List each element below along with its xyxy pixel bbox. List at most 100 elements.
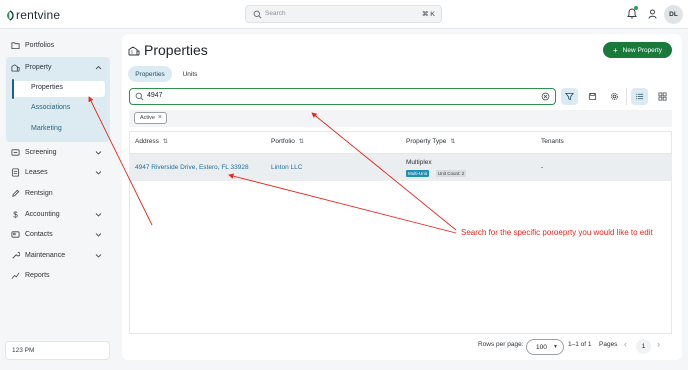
- rows-per-page-select[interactable]: 100 ▾: [526, 339, 564, 355]
- dollar-icon: $: [13, 210, 18, 218]
- tab-properties[interactable]: Properties: [128, 66, 172, 82]
- list-icon: [635, 93, 644, 100]
- rentvine-mark-icon: [7, 9, 14, 21]
- sidebar-item-maintenance[interactable]: Maintenance: [11, 248, 65, 262]
- chevron-down-icon[interactable]: [95, 169, 102, 176]
- chevron-down-icon[interactable]: [95, 252, 102, 259]
- svg-text:$: $: [13, 210, 18, 218]
- column-header-property-type[interactable]: Property Type ⇅: [406, 138, 455, 145]
- column-label: Address: [135, 138, 159, 145]
- sidebar-item-label: Screening: [25, 148, 57, 156]
- save-icon: [588, 92, 597, 101]
- property-type: Multiplex: [406, 159, 432, 166]
- user-icon[interactable]: [648, 9, 657, 19]
- brand-name: rentvine: [16, 8, 61, 22]
- unit-count-badge: Unit Count: 2: [436, 170, 467, 177]
- column-header-address[interactable]: Address ⇅: [135, 138, 168, 145]
- rentvine-logo[interactable]: rentvine: [5, 8, 60, 22]
- settings-button[interactable]: [606, 88, 623, 105]
- list-view-button[interactable]: [631, 88, 648, 105]
- sidebar-item-label: Property: [25, 63, 52, 71]
- chevron-down-icon[interactable]: [95, 231, 102, 238]
- sidebar-item-contacts[interactable]: Contacts: [11, 227, 53, 241]
- active-indicator: [12, 79, 14, 99]
- column-label: Property Type: [406, 138, 447, 145]
- page-title: Properties: [144, 42, 208, 58]
- avatar[interactable]: DL: [664, 5, 683, 24]
- sidebar-item-label: Maintenance: [25, 251, 66, 259]
- page-number[interactable]: 1: [636, 339, 651, 354]
- chevron-down-icon[interactable]: [95, 149, 102, 156]
- column-header-portfolio[interactable]: Portfolio ⇅: [271, 138, 304, 145]
- sidebar-item-screening[interactable]: Screening: [11, 145, 57, 159]
- property-search-input[interactable]: 4947: [129, 88, 556, 105]
- rows-per-page-label: Rows per page:: [478, 341, 524, 348]
- sidebar-item-leases[interactable]: Leases: [11, 165, 48, 179]
- clear-icon[interactable]: [541, 92, 550, 101]
- toolbar-divider: [626, 88, 627, 105]
- multi-unit-badge: Multi-Unit: [406, 170, 430, 177]
- sidebar-item-property[interactable]: Property: [11, 60, 51, 74]
- gear-icon: [610, 92, 619, 101]
- sidebar-footer: 123 PM: [5, 341, 110, 360]
- folder-icon: [11, 41, 20, 49]
- chevron-down-icon[interactable]: [95, 211, 102, 218]
- new-property-label: New Property: [622, 46, 663, 54]
- sidebar-item-label: Accounting: [25, 210, 60, 218]
- active-filters-bar: [129, 110, 672, 127]
- filter-icon: [565, 92, 574, 101]
- sort-icon[interactable]: ⇅: [450, 138, 455, 145]
- close-icon[interactable]: ×: [158, 114, 162, 121]
- plus-icon: +: [612, 45, 618, 55]
- chip-label: Active: [140, 115, 155, 121]
- notification-dot: [634, 6, 638, 10]
- chevron-up-icon[interactable]: [95, 64, 102, 71]
- sidebar-item-label: Portfolios: [25, 41, 55, 49]
- filter-button[interactable]: [561, 88, 578, 105]
- building-icon: [128, 46, 140, 56]
- lease-icon: [11, 167, 20, 177]
- sidebar-subitem-marketing[interactable]: Marketing: [31, 125, 62, 132]
- saved-views-button[interactable]: [584, 88, 601, 105]
- sidebar-item-label: Reports: [25, 271, 50, 279]
- column-label: Portfolio: [271, 138, 295, 145]
- sidebar-item-portfolios[interactable]: Portfolios: [11, 38, 54, 52]
- tab-units[interactable]: Units: [180, 66, 200, 82]
- global-search-input[interactable]: Search ⌘ K: [245, 5, 442, 23]
- sidebar-item-rentsign[interactable]: Rentsign: [11, 186, 53, 200]
- column-header-tenants: Tenants: [541, 138, 564, 145]
- column-label: Tenants: [541, 138, 564, 145]
- grid-icon: [658, 92, 667, 101]
- sidebar-subitem-associations[interactable]: Associations: [31, 104, 70, 111]
- sort-icon[interactable]: ⇅: [299, 138, 304, 145]
- page-range: 1–1 of 1: [568, 341, 592, 348]
- search-shortcut: ⌘ K: [422, 11, 435, 18]
- sidebar-item-accounting[interactable]: $ Accounting: [11, 207, 60, 221]
- sidebar-item-reports[interactable]: Reports: [11, 268, 50, 282]
- grid-view-button[interactable]: [654, 88, 671, 105]
- screening-icon: [11, 148, 20, 156]
- previous-page-icon[interactable]: ‹: [624, 339, 627, 349]
- chevron-down-icon: ▾: [553, 344, 557, 350]
- pen-icon: [12, 189, 20, 197]
- next-page-icon[interactable]: ›: [657, 339, 660, 349]
- chart-icon: [11, 272, 20, 279]
- sort-icon[interactable]: ⇅: [163, 138, 168, 145]
- portfolio-link[interactable]: Linton LLC: [271, 164, 302, 171]
- filter-chip-active[interactable]: Active ×: [134, 112, 167, 124]
- property-address-link[interactable]: 4947 Riverside Drive, Estero, FL 33928: [135, 164, 249, 171]
- sidebar-item-label: Contacts: [25, 230, 53, 238]
- sidebar-subitem-properties[interactable]: Properties: [31, 84, 63, 91]
- new-property-button[interactable]: + New Property: [603, 42, 672, 58]
- search-placeholder: Search: [265, 10, 286, 17]
- pages-label: Pages: [599, 341, 618, 348]
- contacts-icon: [11, 230, 20, 238]
- tenants-value: -: [541, 164, 544, 171]
- annotation-text: Search for the specific poroeprty you wo…: [461, 228, 653, 237]
- search-icon: [135, 92, 144, 101]
- wrench-icon: [12, 251, 20, 259]
- sidebar-item-label: Leases: [25, 168, 48, 176]
- sidebar-item-label: Rentsign: [25, 189, 53, 197]
- search-value: 4947: [147, 92, 163, 99]
- building-icon: [11, 63, 20, 72]
